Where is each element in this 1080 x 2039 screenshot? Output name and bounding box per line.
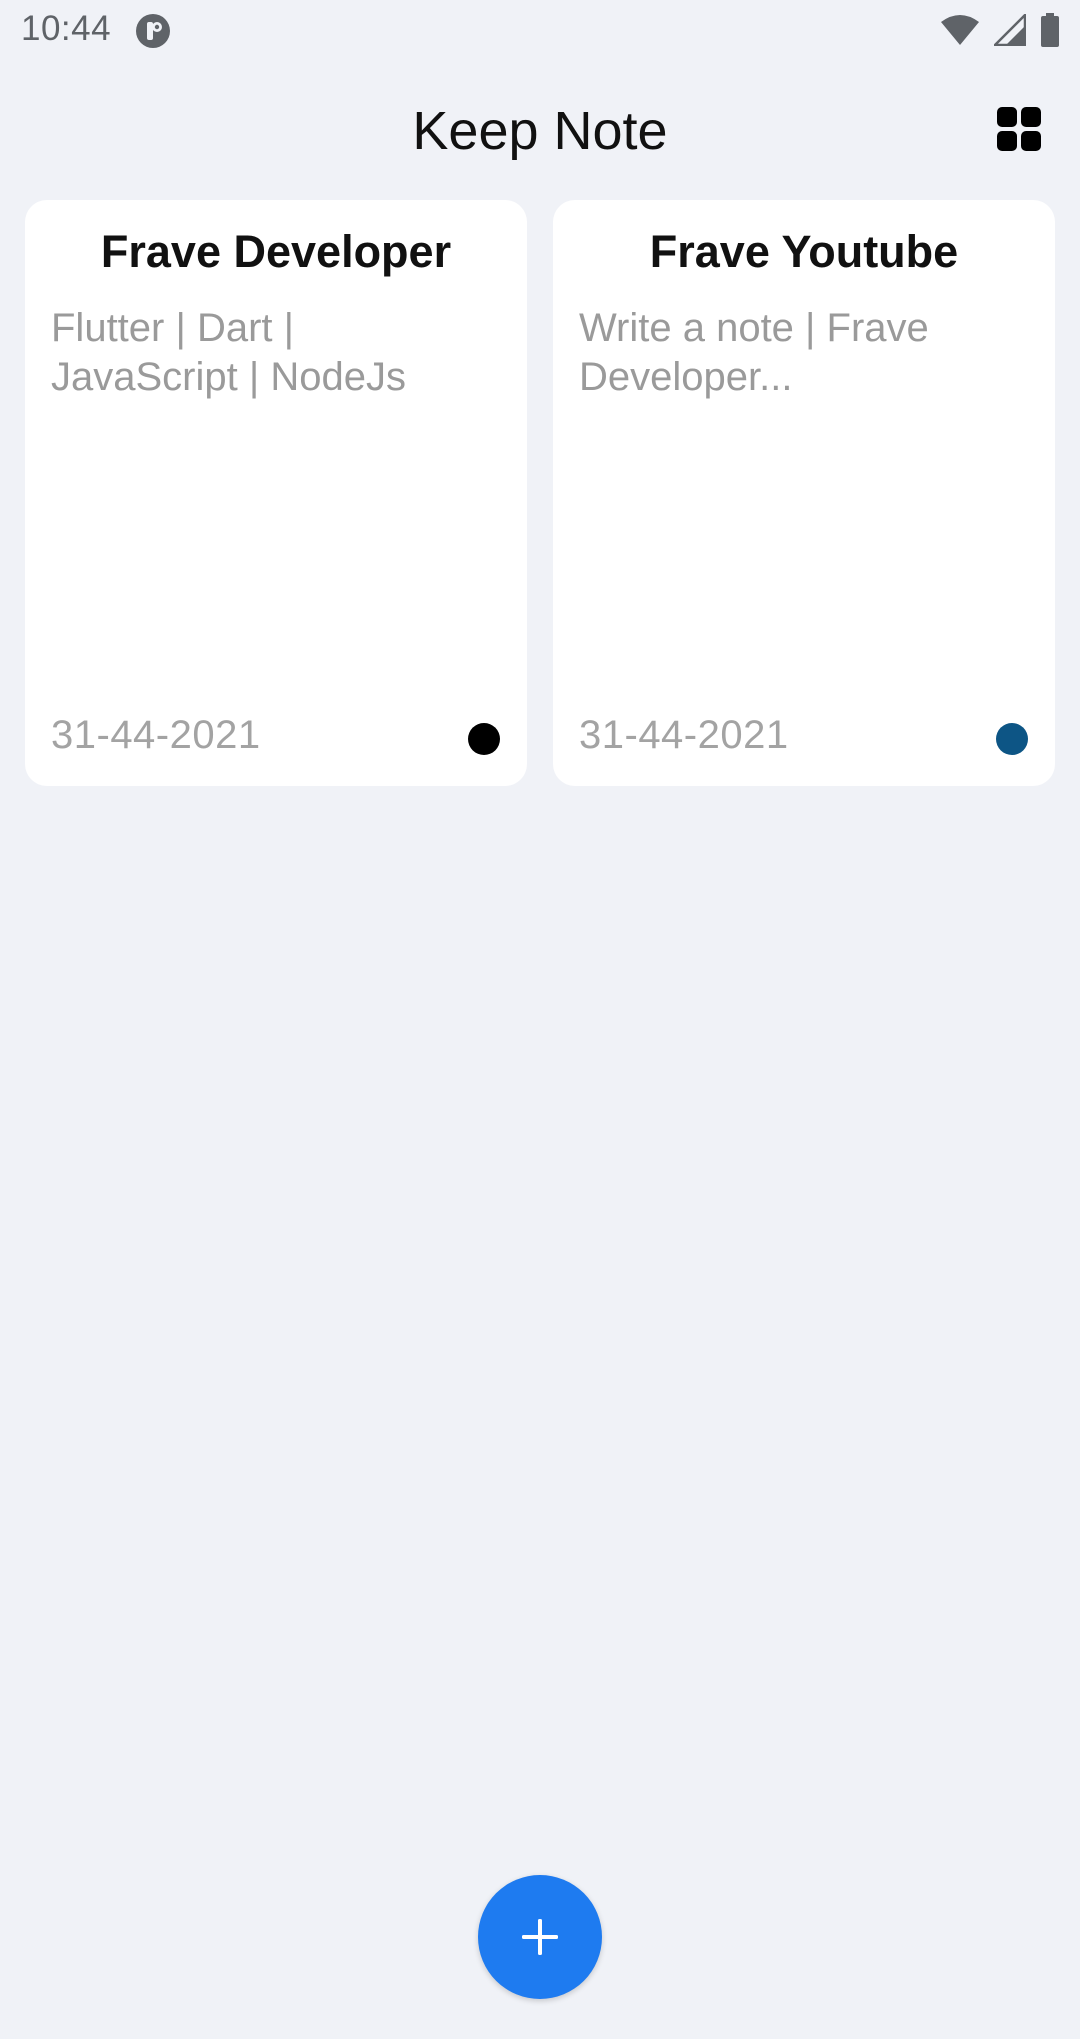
add-note-button[interactable] [478,1875,602,1999]
wifi-icon [941,15,979,45]
keep-note-screen: 10:44 Keep Note Frave Developer Flutter … [0,0,1080,2039]
note-body-line: Developer... [579,355,793,399]
signal-icon [994,14,1026,46]
status-time: 10:44 [21,9,112,48]
note-body-line: JavaScript | NodeJs [51,355,406,399]
note-body: Write a note | Frave Developer... [579,304,1029,402]
note-title: Frave Developer [100,226,452,277]
note-color-dot [468,723,500,755]
page-title: Keep Note [412,101,668,161]
note-body-line: Write a note | Frave [579,306,929,350]
status-icons [940,12,1060,48]
grid-view-icon[interactable] [995,105,1043,153]
note-card[interactable] [25,200,527,786]
plus-icon [522,1919,558,1955]
note-date: 31-44-2021 [579,713,789,757]
note-card[interactable] [553,200,1055,786]
app-notification-icon [136,14,170,48]
note-color-dot [996,723,1028,755]
note-body: Flutter | Dart | JavaScript | NodeJs [51,304,501,402]
status-bar: 10:44 [0,0,1080,60]
note-title: Frave Youtube [649,226,959,277]
note-body-line: Flutter | Dart | [51,306,295,350]
note-date: 31-44-2021 [51,713,261,757]
battery-icon [1041,13,1059,47]
